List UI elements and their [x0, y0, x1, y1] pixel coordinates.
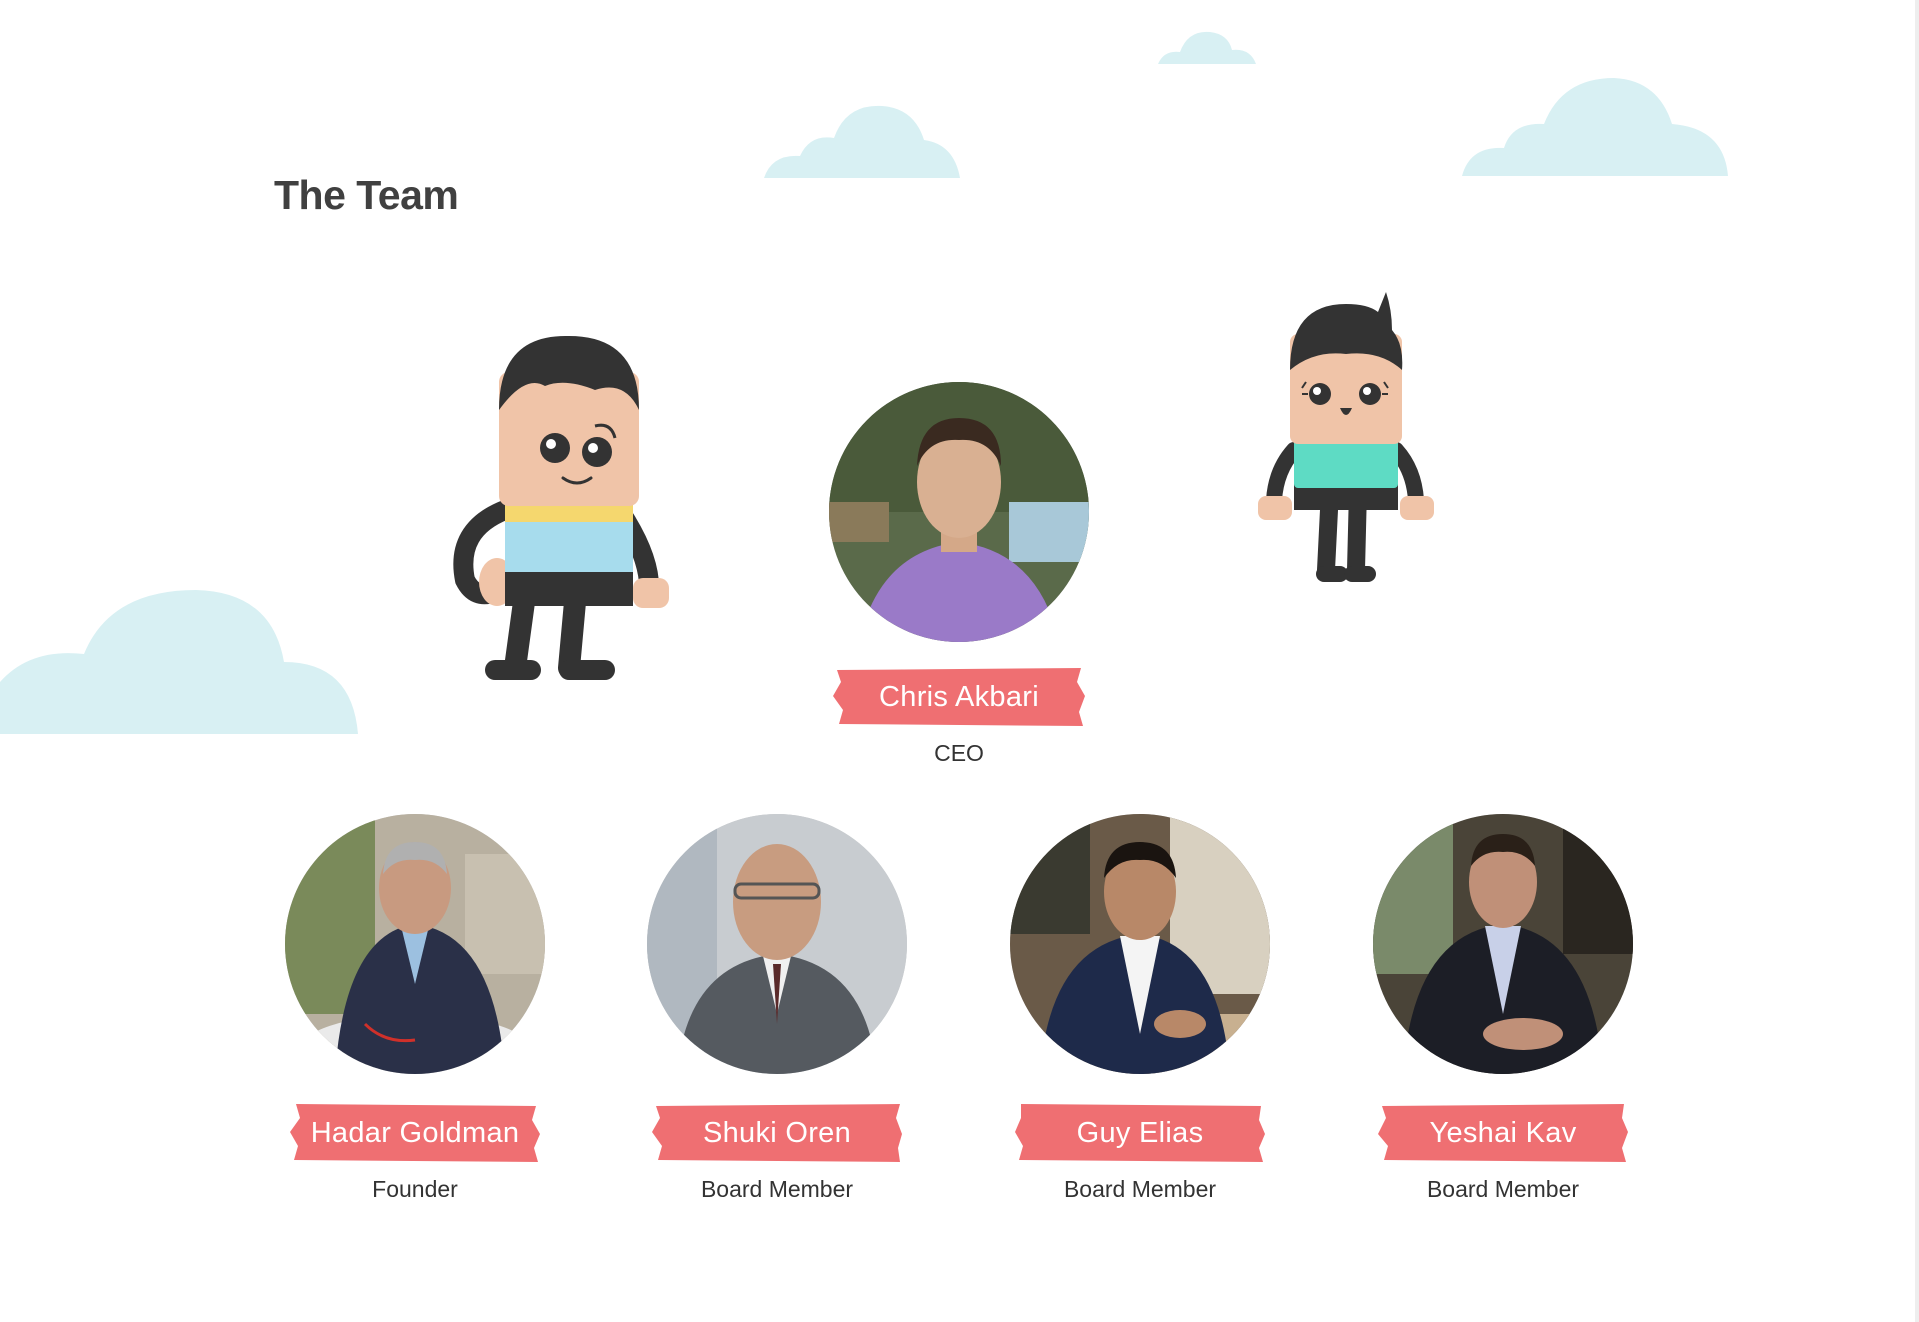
team-member-card: Hadar Goldman Founder — [265, 814, 565, 1203]
name-tag: Shuki Oren — [652, 1104, 902, 1162]
portrait-photo-icon — [285, 814, 545, 1074]
member-name: Yeshai Kav — [1429, 1116, 1577, 1149]
name-tag: Hadar Goldman — [290, 1104, 540, 1162]
portrait-photo-icon — [1373, 814, 1633, 1074]
name-tag: Yeshai Kav — [1378, 1104, 1628, 1162]
cloud-icon — [0, 590, 358, 734]
cloud-icon — [1462, 78, 1728, 176]
member-name: Hadar Goldman — [310, 1116, 520, 1149]
member-role: Board Member — [1063, 1176, 1217, 1202]
page-title: The Team — [274, 172, 459, 218]
portrait-photo-icon — [829, 382, 1089, 642]
member-role: Founder — [372, 1176, 458, 1202]
page-edge-divider — [1915, 0, 1919, 1322]
member-role: CEO — [934, 740, 984, 766]
member-name: Chris Akbari — [879, 680, 1039, 713]
portrait-photo-icon — [647, 814, 907, 1074]
cloud-icon — [1158, 31, 1256, 64]
team-member-card: Guy Elias Board Member — [990, 814, 1290, 1203]
member-name: Guy Elias — [1076, 1116, 1204, 1149]
member-role: Board Member — [700, 1176, 854, 1202]
team-member-ceo: Chris Akbari CEO — [809, 382, 1109, 767]
mascot-character-left-icon — [453, 335, 669, 680]
cloud-icon — [764, 105, 960, 178]
team-member-card: Yeshai Kav Board Member — [1353, 814, 1653, 1203]
member-name: Shuki Oren — [702, 1116, 852, 1149]
mascot-character-right-icon — [1258, 292, 1434, 582]
portrait-photo-icon — [1010, 814, 1270, 1074]
member-role: Board Member — [1426, 1176, 1580, 1202]
name-tag: Chris Akbari — [833, 668, 1085, 726]
team-member-card: Shuki Oren Board Member — [627, 814, 927, 1203]
name-tag: Guy Elias — [1015, 1104, 1265, 1162]
